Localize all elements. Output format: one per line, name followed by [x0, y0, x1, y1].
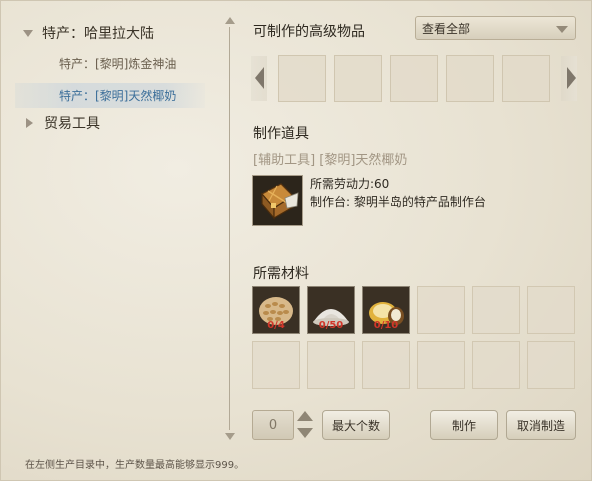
tree-item-coconut-milk[interactable]: 特产：[黎明]天然椰奶: [59, 83, 176, 107]
filter-dropdown-value: 查看全部: [422, 21, 471, 36]
footer-note: 在左侧生产目录中，生产数量最高能够显示999。: [25, 460, 245, 471]
max-quantity-button[interactable]: 最大个数: [322, 410, 390, 440]
craftable-slot[interactable]: [334, 55, 382, 102]
craft-button[interactable]: 制作: [430, 410, 498, 440]
material-count: 0/4: [267, 320, 285, 331]
material-slot-empty: [527, 286, 575, 334]
crafting-window: 特产：哈里拉大陆 特产：[黎明]炼金神油 特产：[黎明]天然椰奶 贸易工具 在左…: [0, 0, 592, 481]
scroll-track-line[interactable]: [229, 27, 230, 430]
material-slot[interactable]: 0/50: [307, 286, 355, 334]
craftable-slot[interactable]: [502, 55, 550, 102]
scroll-up-icon[interactable]: [225, 17, 235, 24]
material-slot-empty: [472, 286, 520, 334]
quantity-stepper[interactable]: [295, 409, 315, 441]
material-slot[interactable]: 0/10: [362, 286, 410, 334]
chevron-down-icon: [556, 26, 568, 33]
craftable-slot[interactable]: [390, 55, 438, 102]
material-slot-empty: [252, 341, 300, 389]
material-slot-empty: [417, 341, 465, 389]
materials-heading: 所需材料: [253, 266, 309, 282]
decrement-icon[interactable]: [297, 428, 313, 438]
material-slot-empty: [362, 341, 410, 389]
arrow-left-icon[interactable]: [255, 67, 264, 89]
filter-dropdown[interactable]: 查看全部: [415, 16, 576, 40]
tree-item-alchemy-oil[interactable]: 特产：[黎明]炼金神油: [59, 51, 176, 75]
cancel-craft-button[interactable]: 取消制造: [506, 410, 576, 440]
craftable-slot[interactable]: [278, 55, 326, 102]
tree-category-label: 特产：哈里拉大陆: [42, 26, 154, 42]
material-slot-empty: [307, 341, 355, 389]
tool-name: [辅助工具] [黎明]天然椰奶: [253, 153, 408, 168]
craftable-slot[interactable]: [446, 55, 494, 102]
material-count: 0/50: [318, 320, 344, 331]
tree-category-trade-tools[interactable]: 贸易工具: [26, 111, 100, 135]
craftable-heading: 可制作的高级物品: [253, 24, 365, 40]
tree-category-harilla[interactable]: 特产：哈里拉大陆: [23, 21, 154, 45]
workbench-info: 制作台: 黎明半岛的特产品制作台: [310, 195, 486, 209]
arrow-right-icon[interactable]: [567, 67, 576, 89]
expand-arrow-icon[interactable]: [23, 29, 33, 37]
tree-item-label: 特产：[黎明]炼金神油: [59, 56, 177, 71]
tool-heading: 制作道具: [253, 126, 309, 142]
tree-item-label: 特产：[黎明]天然椰奶: [59, 88, 177, 103]
increment-icon[interactable]: [297, 411, 313, 421]
tool-icon-slot[interactable]: [252, 175, 303, 226]
scroll-down-icon[interactable]: [225, 433, 235, 440]
material-slot-empty: [417, 286, 465, 334]
collapse-arrow-icon[interactable]: [26, 118, 33, 128]
material-slot-empty: [527, 341, 575, 389]
tree-category-label: 贸易工具: [44, 116, 100, 132]
material-count: 0/10: [373, 320, 399, 331]
quantity-value: 0: [268, 417, 278, 433]
material-slot-empty: [472, 341, 520, 389]
tree-scrollbar[interactable]: [225, 17, 235, 440]
labor-cost: 所需劳动力:60: [310, 177, 390, 191]
material-slot[interactable]: 0/4: [252, 286, 300, 334]
quantity-input[interactable]: 0: [252, 410, 294, 440]
treasure-chest-icon: [253, 176, 302, 225]
